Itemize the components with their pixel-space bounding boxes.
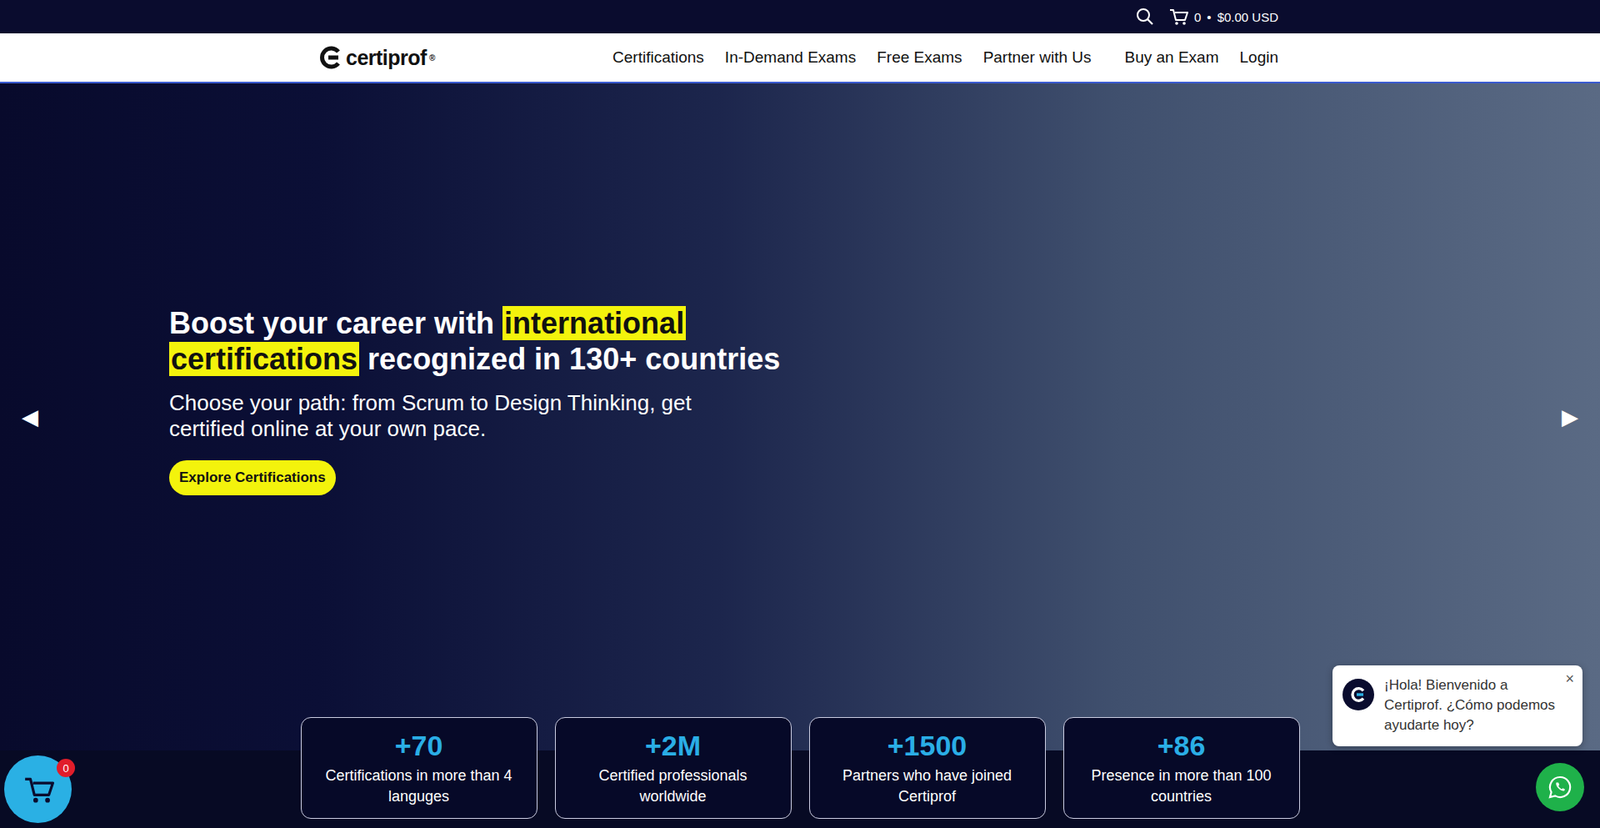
cart-count: 0	[1194, 10, 1201, 25]
main-menu: Certifications In-Demand Exams Free Exams P…	[612, 48, 1279, 67]
stat-card: +86Presence in more than 100 countries	[1063, 716, 1300, 819]
stat-value: +1500	[887, 729, 968, 762]
nav-bar: certiprof® Certifications In-Demand Exams F…	[0, 33, 1600, 84]
nav-link[interactable]: Partner with Us	[983, 48, 1092, 67]
nav-link[interactable]: Buy an Exam	[1125, 48, 1220, 67]
stat-value: +2M	[645, 729, 701, 762]
stat-value: +86	[1157, 729, 1206, 762]
prev-arrow[interactable]: ◀	[21, 404, 39, 430]
headline: Boost your career with international cer…	[169, 305, 803, 377]
logo-icon	[318, 45, 344, 70]
hero-content: Boost your career with international cer…	[0, 83, 1600, 717]
subtitle: Choose your path: from Scrum to Design T…	[169, 390, 736, 442]
top-bar: 0 • $0.00 USD	[0, 0, 1600, 34]
cart-total: $0.00 USD	[1217, 10, 1279, 25]
nav-link[interactable]: In-Demand Exams	[725, 48, 856, 67]
logo[interactable]: certiprof®	[318, 45, 435, 70]
stat-label: Partners who have joined Certiprof	[818, 765, 1037, 806]
explore-button[interactable]: Explore Certifications	[169, 460, 336, 495]
cart-icon[interactable]	[1168, 6, 1189, 27]
headline-text: Boost your career with	[169, 305, 503, 340]
stat-label: Presence in more than 100 countries	[1072, 765, 1291, 806]
stat-label: Certifications in more than 4 languges	[310, 765, 529, 806]
logo-text: certiprof	[345, 45, 427, 70]
nav-link[interactable]: Free Exams	[876, 48, 962, 67]
cart-icon[interactable]	[22, 773, 55, 805]
chat-popup: ¡Hola! Bienvenido a Certiprof. ¿Cómo pod…	[1332, 665, 1583, 746]
nav-link[interactable]: Certifications	[612, 48, 705, 67]
nav-link[interactable]: Login	[1240, 48, 1280, 67]
separator: •	[1206, 10, 1211, 25]
floating-cart[interactable]: 0	[4, 755, 72, 823]
logo-mark: ®	[429, 53, 435, 63]
cart-summary[interactable]: 0 • $0.00 USD	[1168, 6, 1279, 27]
stat-card: +2MCertified professionals worldwide	[555, 716, 792, 819]
search-icon[interactable]	[1135, 6, 1155, 27]
chat-avatar	[1342, 678, 1375, 710]
whatsapp-icon[interactable]	[1546, 773, 1574, 800]
chat-message: ¡Hola! Bienvenido a Certiprof. ¿Cómo pod…	[1384, 675, 1558, 736]
stat-card: +1500Partners who have joined Certiprof	[809, 716, 1046, 819]
logo-icon	[1350, 685, 1367, 703]
stat-value: +70	[395, 729, 444, 762]
stat-label: Certified professionals worldwide	[564, 765, 783, 806]
whatsapp-button[interactable]	[1535, 762, 1585, 811]
stat-card: +70Certifications in more than 4 languge…	[300, 716, 538, 819]
headline-text: recognized in 130+ countries	[359, 341, 780, 376]
close-button[interactable]: ×	[1565, 670, 1575, 688]
cart-badge: 0	[56, 758, 75, 777]
next-arrow[interactable]: ▶	[1561, 404, 1579, 430]
